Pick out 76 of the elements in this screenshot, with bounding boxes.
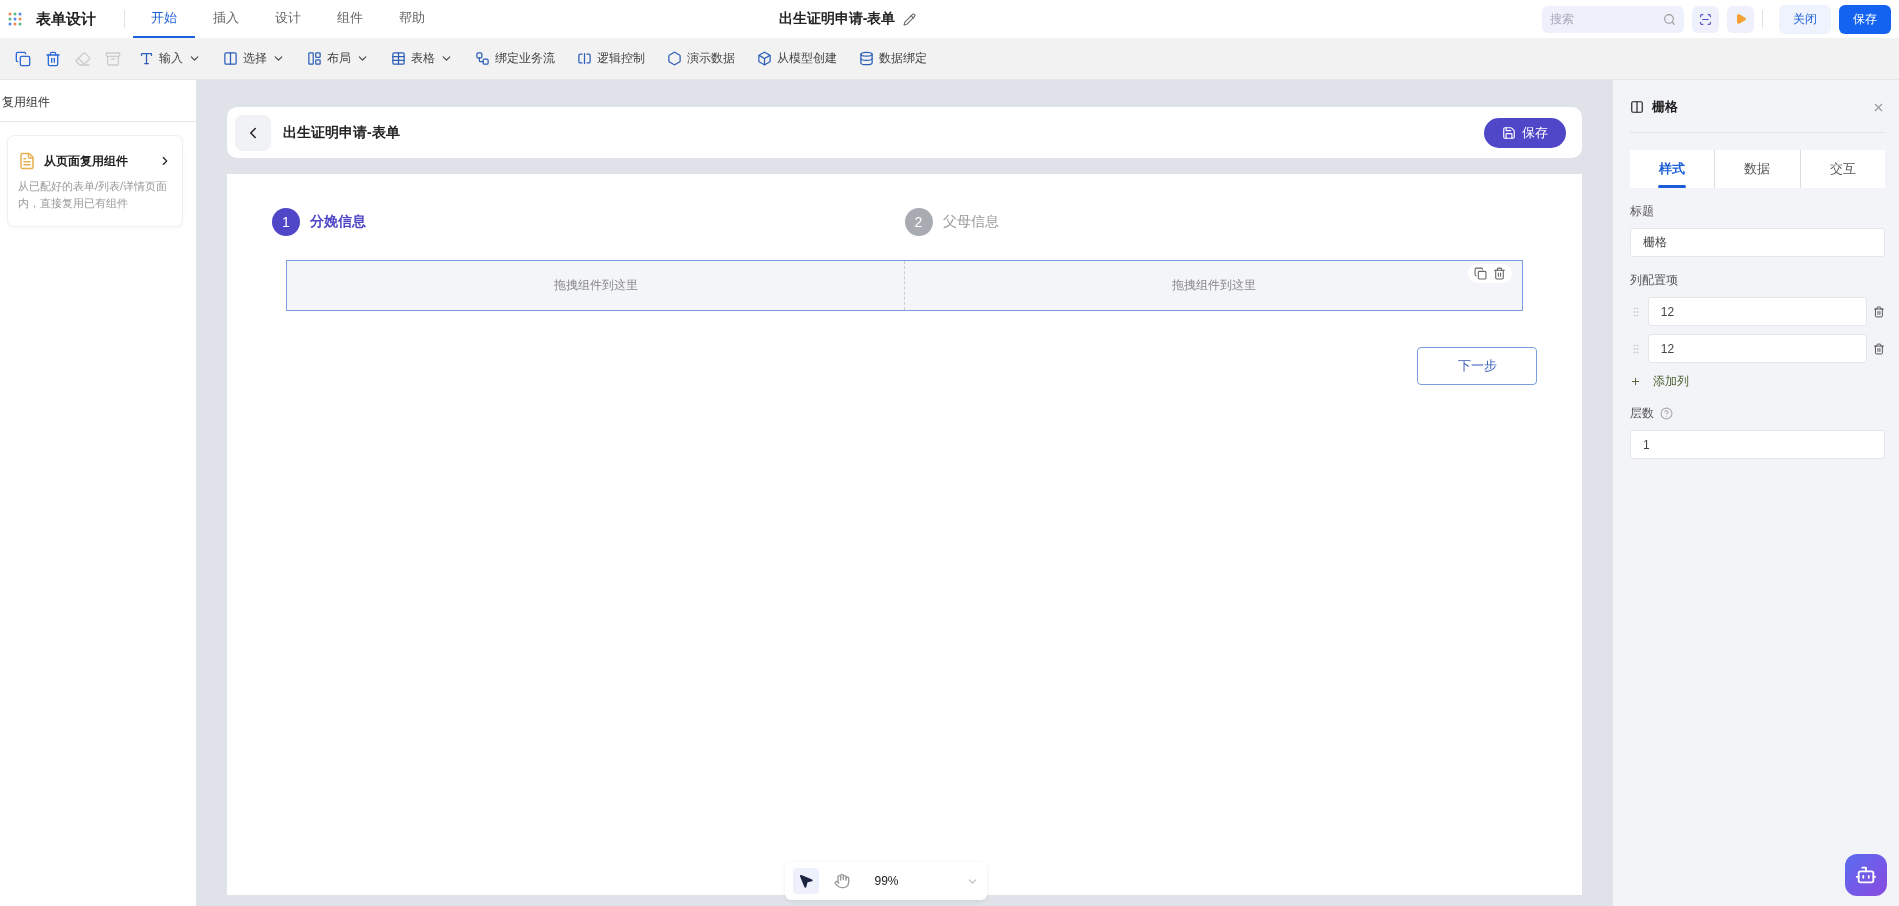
pointer-tool[interactable] <box>792 868 819 894</box>
document-icon <box>18 152 36 170</box>
layers-field[interactable]: 1 <box>1630 430 1885 459</box>
menu-tab[interactable]: 帮助 <box>381 0 443 38</box>
assistant-button[interactable] <box>1845 854 1887 896</box>
add-column-button[interactable]: 添加列 <box>1630 373 1885 390</box>
menu-tab[interactable]: 组件 <box>319 0 381 38</box>
reuse-card[interactable]: 从页面复用组件 从已配好的表单/列表/详情页面内，直接复用已有组件 <box>8 136 182 226</box>
drop-zone[interactable]: 拖拽组件到这里 <box>904 261 1522 310</box>
database-icon <box>859 51 874 66</box>
field-label: 层数 <box>1630 405 1654 422</box>
scan-button[interactable] <box>1692 5 1719 33</box>
menu-tab[interactable]: 插入 <box>195 0 257 38</box>
drag-handle-icon[interactable] <box>1630 304 1642 319</box>
drop-zone[interactable]: 拖拽组件到这里 <box>287 261 904 310</box>
toolbar-button[interactable]: 绑定业务流 <box>466 44 564 73</box>
edit-icon[interactable] <box>903 12 917 26</box>
column-field[interactable]: 12 <box>1647 334 1868 363</box>
cube-icon <box>757 51 772 66</box>
trash-icon[interactable] <box>1873 304 1885 319</box>
column-field[interactable]: 12 <box>1647 297 1868 326</box>
panel-tab[interactable]: 数据 <box>1714 150 1800 188</box>
robot-icon <box>1855 864 1877 886</box>
toolbar-menu[interactable]: 选择 <box>214 44 294 73</box>
app-grid-icon[interactable] <box>8 12 22 26</box>
trash-icon[interactable] <box>1873 341 1885 356</box>
search-field[interactable]: 搜索 <box>1542 5 1684 33</box>
columns-icon <box>1630 100 1644 114</box>
save-icon <box>1502 125 1516 140</box>
card-description: 从已配好的表单/列表/详情页面内，直接复用已有组件 <box>18 179 169 211</box>
save-button[interactable]: 保存 <box>1484 117 1566 148</box>
menu-tab[interactable]: 设计 <box>257 0 319 38</box>
toolbar-button[interactable]: 演示数据 <box>658 44 744 73</box>
back-button[interactable] <box>235 114 271 151</box>
plus-icon <box>1630 376 1641 387</box>
play-button[interactable] <box>1727 5 1754 33</box>
toolbar-button[interactable]: 从模型创建 <box>748 44 846 73</box>
title-field[interactable]: 栅格 <box>1630 228 1885 257</box>
pointer-icon <box>797 873 814 889</box>
panel-title: 复用组件 <box>0 80 196 122</box>
help-icon[interactable] <box>1660 407 1673 420</box>
toolbar-button[interactable]: 逻辑控制 <box>568 44 654 73</box>
save-button[interactable]: 保存 <box>1839 4 1891 34</box>
table-icon <box>391 51 406 66</box>
play-icon <box>1734 13 1747 25</box>
panel-title: 栅格 <box>1652 98 1679 116</box>
scan-icon <box>1699 12 1712 26</box>
card-title: 从页面复用组件 <box>44 152 129 170</box>
hexagon-icon <box>667 51 682 66</box>
zoom-value[interactable]: 99% <box>864 874 956 888</box>
toolbar-button[interactable]: 数据绑定 <box>850 44 936 73</box>
panel-tab[interactable]: 交互 <box>1799 150 1885 188</box>
layout-icon <box>307 51 322 66</box>
grid-container[interactable]: 拖拽组件到这里 拖拽组件到这里 <box>286 260 1523 311</box>
toolbar-menu[interactable]: 布局 <box>298 44 378 73</box>
split-icon <box>577 51 592 66</box>
field-label: 列配置项 <box>1630 272 1678 289</box>
toolbar-menu[interactable]: 表格 <box>382 44 462 73</box>
columns-icon <box>223 51 238 66</box>
step-label[interactable]: 分娩信息 <box>310 213 366 231</box>
panel-tab[interactable]: 样式 <box>1630 150 1715 188</box>
copy-icon[interactable] <box>1474 267 1487 280</box>
hand-icon <box>833 873 850 889</box>
close-button[interactable]: 关闭 <box>1779 4 1831 34</box>
toolbar-menu[interactable]: 输入 <box>130 44 210 73</box>
text-icon <box>139 51 154 66</box>
search-icon <box>1663 12 1676 26</box>
workflow-icon <box>475 51 490 66</box>
form-title: 出生证明申请-表单 <box>283 123 401 142</box>
app-title: 表单设计 <box>36 9 96 29</box>
field-label: 标题 <box>1630 203 1654 220</box>
document-title: 出生证明申请-表单 <box>778 10 896 28</box>
drag-handle-icon[interactable] <box>1630 341 1642 356</box>
step-number[interactable]: 1 <box>272 208 300 236</box>
next-button[interactable]: 下一步 <box>1417 347 1537 385</box>
trash-icon[interactable] <box>1493 267 1506 280</box>
